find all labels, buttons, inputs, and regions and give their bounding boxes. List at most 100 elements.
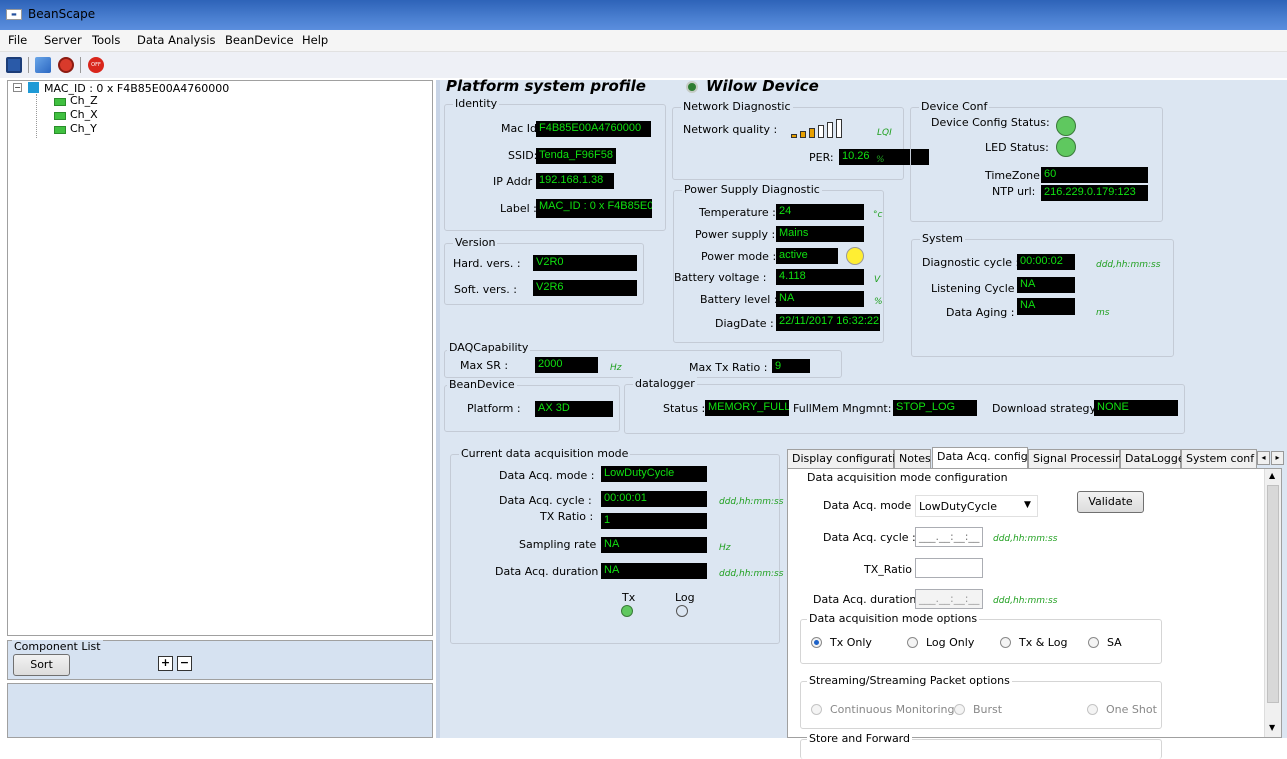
- option-sa-label: SA: [1107, 636, 1122, 649]
- datalogger-status-field: MEMORY_FULL: [705, 400, 789, 416]
- store-forward-title: Store and Forward: [807, 732, 912, 745]
- current-mode-group: Current data acquisition mode Data Acq. …: [450, 447, 784, 644]
- tx-led-label: Tx: [622, 591, 636, 604]
- config-cycle-input[interactable]: ___.__:__:__: [915, 527, 983, 547]
- ip-label: IP Addr :: [493, 175, 540, 188]
- battery-level-unit: %: [874, 297, 883, 307]
- tab-system-conf[interactable]: System conf: [1181, 449, 1257, 468]
- datalogger-group: datalogger Status : MEMORY_FULL FullMem …: [624, 377, 1185, 434]
- power-supply-field: Mains: [776, 226, 864, 242]
- beandevice-group: BeanDevice Platform : AX 3D: [444, 378, 620, 432]
- config-mode-dropdown[interactable]: LowDutyCycle ▼: [915, 495, 1038, 517]
- radio-tx-only[interactable]: [811, 637, 822, 648]
- platform-profile-panel: Platform system profile Wilow Device Ide…: [440, 77, 1287, 759]
- toolbar: OFF: [0, 52, 1287, 78]
- config-tx-input[interactable]: [915, 558, 983, 578]
- menu-help[interactable]: Help: [302, 33, 328, 47]
- lqi-unit: LQI: [877, 128, 892, 138]
- mode-options-title: Data acquisition mode options: [807, 612, 980, 625]
- max-sr-field: 2000: [535, 357, 598, 373]
- network-diagnostic-title: Network Diagnostic: [681, 100, 793, 113]
- scroll-up-icon[interactable]: ▲: [1269, 471, 1275, 480]
- channel-icon: [54, 126, 66, 134]
- listening-cycle-label: Listening Cycle :: [931, 282, 1022, 295]
- identity-group: Identity Mac Id : F4B85E00A4760000 SSID:…: [444, 97, 666, 231]
- channel-icon: [54, 112, 66, 120]
- battery-voltage-label: Battery voltage :: [674, 271, 767, 284]
- radio-continuous-monitoring[interactable]: [811, 704, 822, 715]
- store-forward-group: Store and Forward: [800, 732, 1162, 759]
- tab-scroll-right-icon[interactable]: ▸: [1271, 451, 1284, 465]
- current-mode-field: LowDutyCycle: [601, 466, 707, 482]
- soft-version-label: Soft. vers. :: [454, 283, 517, 296]
- current-cycle-unit: ddd,hh:mm:ss: [719, 497, 784, 507]
- tab-signal-processing[interactable]: Signal Processing: [1028, 449, 1129, 468]
- expand-all-icon[interactable]: +: [158, 656, 173, 671]
- radio-log-only[interactable]: [907, 637, 918, 648]
- temperature-unit: °c: [873, 210, 883, 220]
- per-unit: %: [876, 155, 885, 165]
- data-acq-config-pane: Data acquisition mode configuration Data…: [787, 468, 1282, 759]
- daq-capability-title: DAQCapability: [447, 341, 531, 354]
- validate-button[interactable]: Validate: [1077, 491, 1144, 513]
- sort-button[interactable]: Sort: [13, 654, 70, 676]
- tab-notes[interactable]: Notes: [894, 449, 931, 468]
- tree-item-ch-y[interactable]: Ch_Y: [70, 122, 97, 135]
- diag-date-label: DiagDate :: [715, 317, 774, 330]
- off-icon[interactable]: OFF: [88, 57, 104, 73]
- current-tx-field: 1: [601, 513, 707, 529]
- menu-tools[interactable]: Tools: [92, 33, 120, 47]
- power-icon[interactable]: [58, 57, 74, 73]
- menu-data-analysis[interactable]: Data Analysis: [137, 33, 216, 47]
- config-duration-input[interactable]: ___.__:__:__: [915, 589, 983, 609]
- network-quality-label: Network quality :: [683, 123, 778, 136]
- ip-field: 192.168.1.38: [536, 173, 614, 189]
- option-one-shot-label: One Shot: [1106, 703, 1157, 716]
- beandevice-title: BeanDevice: [447, 378, 517, 391]
- timezone-label: TimeZone:: [985, 169, 1044, 182]
- device-icon: [28, 82, 39, 93]
- quality-bar: [836, 119, 842, 138]
- option-continuous-label: Continuous Monitoring: [830, 703, 955, 716]
- tree-item-ch-z[interactable]: Ch_Z: [70, 94, 98, 107]
- tab-data-acq-config[interactable]: Data Acq. config.: [932, 447, 1031, 469]
- log-led: [676, 605, 688, 617]
- power-supply-label: Power supply :: [695, 228, 776, 241]
- save-icon[interactable]: [6, 57, 22, 73]
- led-status-led: [1056, 137, 1076, 157]
- power-mode-led: [846, 247, 864, 265]
- device-name: Wilow Device: [706, 77, 819, 95]
- option-burst-label: Burst: [973, 703, 1003, 716]
- power-mode-label: Power mode :: [701, 250, 777, 263]
- collapse-icon[interactable]: −: [13, 83, 22, 92]
- config-scrollbar[interactable]: ▲ ▼: [1264, 469, 1281, 737]
- config-tx-label: TX_Ratio: [864, 563, 912, 576]
- tab-datalogger[interactable]: DataLogger: [1120, 449, 1189, 468]
- config-mode-value: LowDutyCycle: [919, 500, 997, 513]
- menu-server[interactable]: Server: [44, 33, 82, 47]
- tab-display-configuration[interactable]: Display configuration: [787, 449, 909, 468]
- current-cycle-field: 00:00:01: [601, 491, 707, 507]
- quality-bar: [827, 122, 833, 138]
- current-duration-label: Data Acq. duration :: [495, 565, 606, 578]
- collapse-all-icon[interactable]: −: [177, 656, 192, 671]
- battery-level-label: Battery level :: [700, 293, 778, 306]
- config-duration-unit: ddd,hh:mm:ss: [993, 596, 1058, 606]
- tree-item-ch-x[interactable]: Ch_X: [70, 108, 98, 121]
- tab-scroll-left-icon[interactable]: ◂: [1257, 451, 1270, 465]
- scroll-down-icon[interactable]: ▼: [1269, 723, 1275, 732]
- menu-file[interactable]: File: [8, 33, 27, 47]
- radio-tx-and-log[interactable]: [1000, 637, 1011, 648]
- device-config-status-led: [1056, 116, 1076, 136]
- device-conf-title: Device Conf: [919, 100, 990, 113]
- system-title: System: [920, 232, 966, 245]
- quality-bar: [800, 131, 806, 138]
- menu-beandevice[interactable]: BeanDevice: [225, 33, 294, 47]
- radio-burst[interactable]: [954, 704, 965, 715]
- radio-sa[interactable]: [1088, 637, 1099, 648]
- radio-one-shot[interactable]: [1087, 704, 1098, 715]
- max-sr-label: Max SR :: [460, 359, 509, 372]
- chart-icon[interactable]: [35, 57, 51, 73]
- diagnostic-cycle-unit: ddd,hh:mm:ss: [1096, 260, 1161, 270]
- scrollbar-thumb[interactable]: [1267, 485, 1279, 703]
